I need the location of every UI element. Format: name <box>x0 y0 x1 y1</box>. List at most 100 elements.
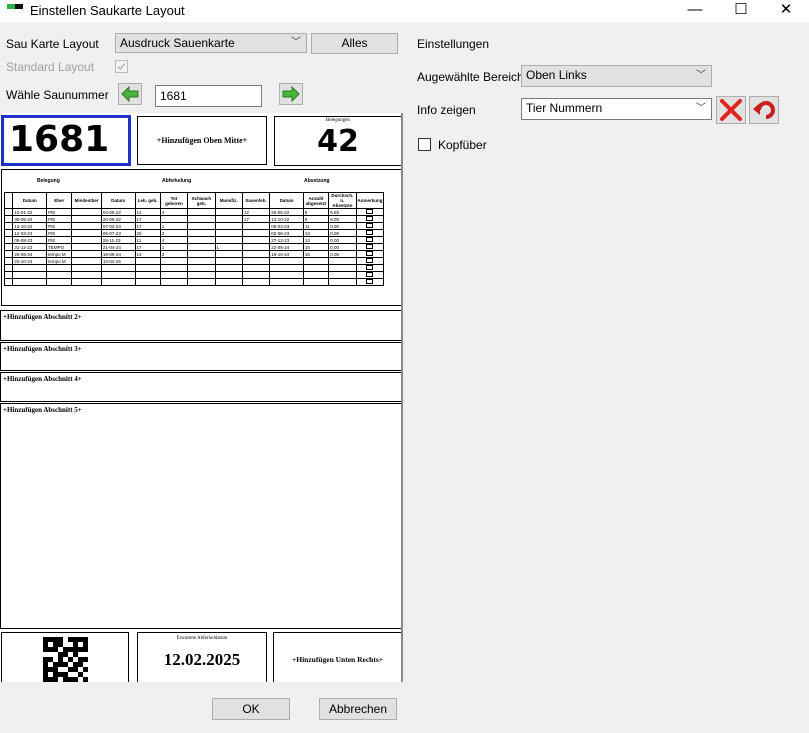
table-row: 31-12-23 TEMPO 21-04-24 17 1 1 22-05-24 15 0.00 <box>3 243 385 251</box>
sow-number-input[interactable]: 1681 <box>155 85 262 107</box>
table-cell: 0.00 <box>328 236 357 244</box>
table-cell: 0.00 <box>328 229 357 237</box>
layout-select[interactable]: Ausdruck Sauenkarte ﹀ <box>115 33 307 53</box>
group-header: Belegung <box>37 178 60 184</box>
table-cell <box>241 278 271 286</box>
table-cell: 31-12-23 <box>12 243 48 251</box>
table-cell: 4 <box>159 236 189 244</box>
table-cell <box>71 243 102 251</box>
table-cell <box>214 278 243 286</box>
top-left-slot[interactable]: 1681 <box>1 115 131 166</box>
table-cell: 17 <box>134 215 161 223</box>
table-cell <box>71 229 102 237</box>
table-header-cell: Anmerkung <box>355 192 385 209</box>
maximize-button[interactable]: ☐ <box>718 0 764 22</box>
alles-button[interactable]: Alles <box>311 33 398 54</box>
table-cell: 13 <box>302 236 330 244</box>
close-button[interactable]: ✕ <box>763 0 809 22</box>
table-cell <box>269 271 304 279</box>
table-cell <box>187 215 216 223</box>
area-select[interactable]: Oben Links ﹀ <box>521 65 712 87</box>
table-cell <box>3 278 14 286</box>
table-header-cell: Mumifiz. <box>214 192 243 209</box>
table-cell <box>214 208 243 216</box>
info-label: Info zeigen <box>417 103 476 117</box>
table-cell: 15 <box>302 250 330 258</box>
top-right-slot[interactable]: Belegungen 42 <box>274 116 401 166</box>
table-cell <box>3 243 14 251</box>
table-row: 08-08-23 PIE 28-11-23 11 4 27-12-23 13 0.00 <box>3 236 385 244</box>
minimize-button[interactable]: — <box>672 0 718 22</box>
table-cell: 18-09-24 <box>100 250 136 258</box>
table-cell <box>214 257 243 265</box>
table-cell <box>355 271 385 279</box>
section-2-slot[interactable]: +Hinzufügen Abschnitt 2+ <box>0 310 401 341</box>
chevron-down-icon: ﹀ <box>696 70 706 81</box>
table-cell <box>241 257 271 265</box>
table-cell: 13 <box>134 250 161 258</box>
table-header-cell: Schwach geb. <box>187 192 216 209</box>
table-cell: 17 <box>241 215 271 223</box>
table-cell: 13-02-25 <box>100 257 136 265</box>
table-cell <box>100 271 136 279</box>
table-header-cell: Datum <box>100 192 136 209</box>
info-select[interactable]: Tier Nummern ﹀ <box>521 98 712 120</box>
table-cell <box>134 264 161 272</box>
button-bar <box>0 682 809 733</box>
table-cell: PIE <box>46 236 73 244</box>
table-cell <box>214 250 243 258</box>
ok-button[interactable]: OK <box>212 698 290 720</box>
table-cell <box>214 215 243 223</box>
table-cell <box>159 271 189 279</box>
delete-button[interactable] <box>716 96 746 124</box>
section-3-slot[interactable]: +Hinzufügen Abschnitt 3+ <box>0 342 401 371</box>
undo-button[interactable] <box>749 96 779 124</box>
table-cell: 28-11-23 <box>100 236 136 244</box>
table-cell <box>241 222 271 230</box>
table-cell <box>71 264 102 272</box>
table-cell <box>46 278 73 286</box>
standard-layout-checkbox[interactable] <box>115 60 128 73</box>
table-cell <box>328 278 357 286</box>
table-cell <box>214 264 243 272</box>
table-cell <box>46 271 73 279</box>
table-cell: 1 <box>214 243 243 251</box>
bottom-right-slot[interactable]: +Hinzufügen Unten Rechts+ <box>273 632 401 682</box>
table-cell <box>328 271 357 279</box>
table-header-cell: Mindestber <box>71 192 102 209</box>
table-header-cell: Durchsch. n. Absetzen <box>328 192 357 209</box>
table-cell: tempo M <box>46 250 73 258</box>
section-4-slot[interactable]: +Hinzufügen Abschnitt 4+ <box>0 372 401 402</box>
cancel-button[interactable]: Abbrechen <box>319 698 397 720</box>
top-center-slot[interactable]: +Hinzufügen Oben Mitte+ <box>137 116 267 165</box>
bottom-center-slot[interactable]: Erwartete Abferkeldatum 12.02.2025 <box>137 632 267 682</box>
table-cell <box>159 215 189 223</box>
table-cell <box>328 257 357 265</box>
table-cell: 20 <box>134 229 161 237</box>
table-cell <box>355 264 385 272</box>
bottom-left-slot[interactable] <box>1 632 129 682</box>
table-cell: PIE <box>46 215 73 223</box>
table-cell: 12 <box>241 208 271 216</box>
flip-checkbox[interactable] <box>418 138 431 151</box>
left-arrow-icon <box>121 85 139 103</box>
table-row: 12-03-23 PIE 05-07-23 20 3 02-08-23 13 0.00 <box>3 229 385 237</box>
table-cell <box>3 271 14 279</box>
table-cell <box>134 278 161 286</box>
table-cell <box>12 264 48 272</box>
table-cell <box>187 250 216 258</box>
table-cell: 08-03-23 <box>269 222 304 230</box>
table-cell: 17 <box>134 243 161 251</box>
previous-sow-button[interactable] <box>118 83 142 105</box>
section-5-slot[interactable]: +Hinzufügen Abschnitt 5+ <box>0 403 401 629</box>
info-select-value: Tier Nummern <box>526 101 603 115</box>
table-row: 20-10-24 tempo M 13-02-25 <box>3 257 385 265</box>
table-cell <box>328 264 357 272</box>
table-cell: 4 <box>159 208 189 216</box>
table-cell: 17 <box>134 222 161 230</box>
table-header-cell <box>3 192 14 209</box>
table-section[interactable]: Belegung Abferkelung Absetzung Datum Eber… <box>1 169 401 306</box>
next-sow-button[interactable] <box>279 83 303 105</box>
table-row <box>3 264 385 272</box>
table-cell <box>3 236 14 244</box>
